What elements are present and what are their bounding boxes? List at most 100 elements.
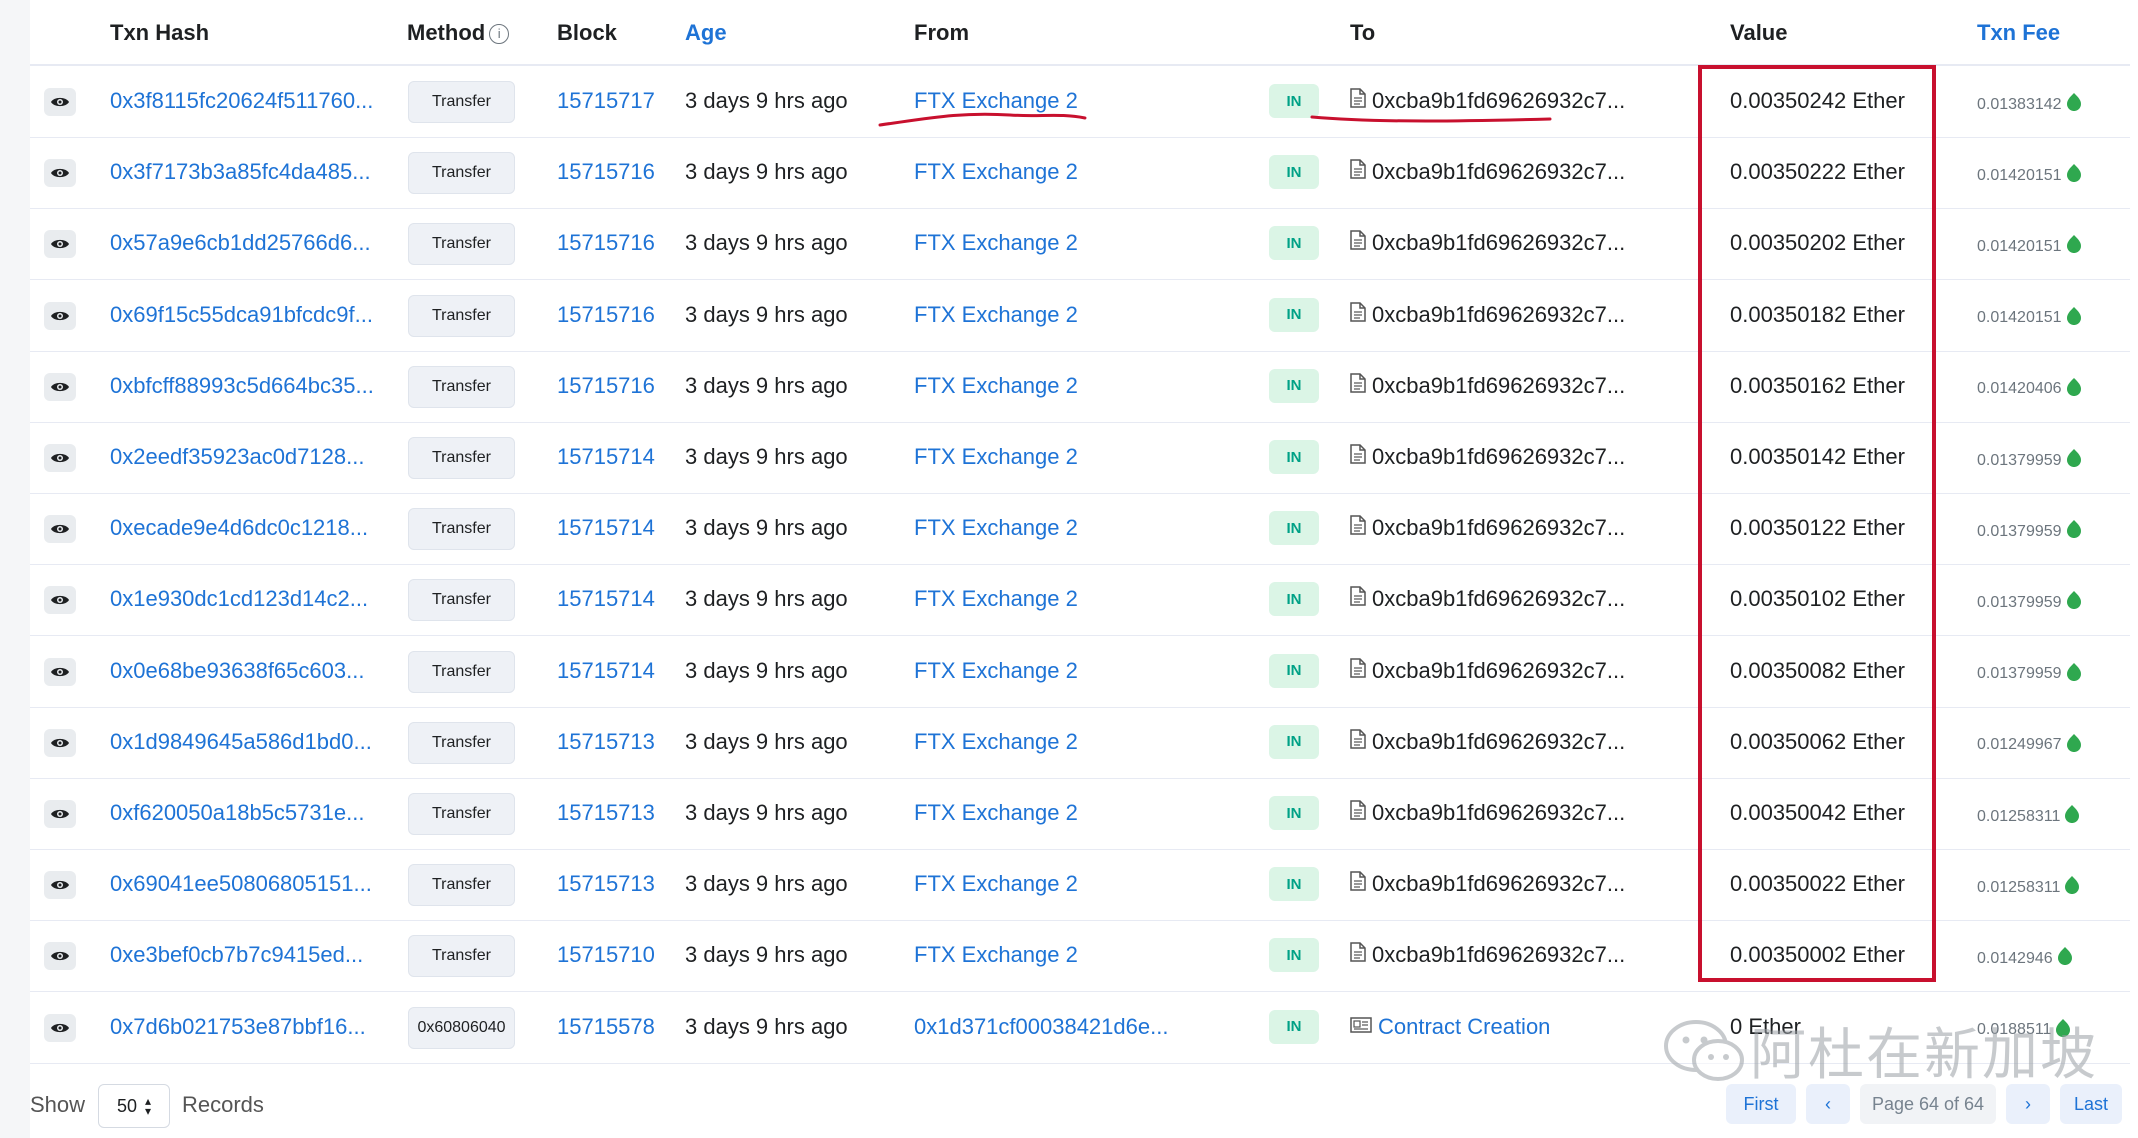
header-txn-fee-toggle[interactable]: Txn Fee (1977, 20, 2060, 46)
from-address-link[interactable]: 0x1d371cf00038421d6e... (914, 1014, 1168, 1040)
txn-hash-link[interactable]: 0x69041ee50806805151... (110, 871, 372, 897)
table-row: 0x3f8115fc20624f511760... Transfer 1571571… (30, 66, 2130, 138)
from-address-link[interactable]: FTX Exchange 2 (914, 942, 1078, 968)
from-address-link[interactable]: FTX Exchange 2 (914, 871, 1078, 897)
from-address-link[interactable]: FTX Exchange 2 (914, 373, 1078, 399)
block-link[interactable]: 15715713 (557, 871, 655, 897)
block-link[interactable]: 15715578 (557, 1014, 655, 1040)
txn-hash-link[interactable]: 0x57a9e6cb1dd25766d6... (110, 230, 371, 256)
block-link[interactable]: 15715710 (557, 942, 655, 968)
block-link[interactable]: 15715714 (557, 515, 655, 541)
eye-icon[interactable] (44, 444, 76, 472)
eye-icon[interactable] (44, 515, 76, 544)
from-address-link[interactable]: FTX Exchange 2 (914, 302, 1078, 328)
eye-icon[interactable] (44, 301, 76, 330)
eye-icon[interactable] (44, 88, 76, 116)
contract-file-icon (1350, 515, 1366, 541)
age-text: 3 days 9 hrs ago (685, 871, 848, 897)
txn-hash-link[interactable]: 0x3f7173b3a85fc4da485... (110, 159, 371, 185)
contract-creation-icon (1350, 1014, 1372, 1040)
block-link[interactable]: 15715713 (557, 729, 655, 755)
to-address[interactable]: 0xcba9b1fd69626932c7... (1350, 871, 1625, 897)
txn-hash-link[interactable]: 0x1e930dc1cd123d14c2... (110, 586, 368, 612)
eye-icon[interactable] (44, 230, 76, 259)
method-badge: Transfer (408, 152, 515, 195)
to-address-text: 0xcba9b1fd69626932c7... (1372, 586, 1626, 612)
header-from: From (914, 20, 969, 45)
txn-fee-text: 0.01420151 (1977, 237, 2062, 255)
watermark: 阿杜在新加坡 (1660, 1010, 2098, 1091)
block-link[interactable]: 15715716 (557, 230, 655, 256)
records-label: Records (182, 1092, 264, 1117)
from-address-link[interactable]: FTX Exchange 2 (914, 586, 1078, 612)
to-address[interactable]: 0xcba9b1fd69626932c7... (1350, 444, 1625, 470)
block-link[interactable]: 15715714 (557, 586, 655, 612)
block-link[interactable]: 15715714 (557, 658, 655, 684)
to-address[interactable]: 0xcba9b1fd69626932c7... (1350, 586, 1625, 612)
eye-icon[interactable] (44, 942, 76, 971)
txn-hash-link[interactable]: 0x2eedf35923ac0d7128... (110, 444, 364, 470)
to-address[interactable]: Contract Creation (1350, 1014, 1550, 1040)
txn-hash-link[interactable]: 0xecade9e4d6dc0c1218... (110, 515, 368, 541)
table-row: 0x2eedf35923ac0d7128... Transfer 15715714 3… (30, 422, 2130, 494)
gas-icon (2066, 306, 2082, 331)
txn-hash-link[interactable]: 0xbfcff88993c5d664bc35... (110, 373, 374, 399)
gas-icon (2066, 92, 2082, 117)
txn-hash-link[interactable]: 0x0e68be93638f65c603... (110, 658, 364, 684)
to-address[interactable]: 0xcba9b1fd69626932c7... (1350, 159, 1625, 185)
txn-hash-link[interactable]: 0xe3bef0cb7b7c9415ed... (110, 942, 363, 968)
header-method: Method i (407, 20, 510, 46)
direction-badge: IN (1269, 297, 1319, 332)
to-address[interactable]: 0xcba9b1fd69626932c7... (1350, 88, 1625, 114)
from-address-link[interactable]: FTX Exchange 2 (914, 444, 1078, 470)
from-address-link[interactable]: FTX Exchange 2 (914, 658, 1078, 684)
from-address-link[interactable]: FTX Exchange 2 (914, 159, 1078, 185)
method-badge: Transfer (408, 437, 515, 479)
eye-icon[interactable] (44, 586, 76, 615)
block-link[interactable]: 15715713 (557, 800, 655, 826)
age-text: 3 days 9 hrs ago (685, 728, 848, 754)
info-icon[interactable]: i (489, 24, 510, 44)
header-age-toggle[interactable]: Age (685, 20, 727, 46)
from-address-link[interactable]: FTX Exchange 2 (914, 88, 1078, 114)
to-address[interactable]: 0xcba9b1fd69626932c7... (1350, 729, 1625, 755)
txn-fee: 0.01420406 (1977, 377, 2082, 402)
txn-hash-link[interactable]: 0x3f8115fc20624f511760... (110, 88, 373, 114)
to-address[interactable]: 0xcba9b1fd69626932c7... (1350, 942, 1625, 968)
block-link[interactable]: 15715716 (557, 302, 655, 328)
txn-fee-text: 0.01379959 (1977, 522, 2062, 540)
direction-badge: IN (1269, 867, 1319, 902)
from-address-link[interactable]: FTX Exchange 2 (914, 230, 1078, 256)
records-per-page-select[interactable]: 50 ▴ ▾ (98, 1084, 170, 1128)
eye-icon[interactable] (44, 372, 76, 401)
eye-icon[interactable] (44, 800, 76, 828)
block-link[interactable]: 15715716 (557, 373, 655, 399)
txn-hash-link[interactable]: 0x1d9849645a586d1bd0... (110, 729, 372, 755)
to-address-text: Contract Creation (1378, 1013, 1551, 1039)
direction-badge: IN (1269, 440, 1319, 474)
block-link[interactable]: 15715717 (557, 88, 655, 114)
age-text: 3 days 9 hrs ago (685, 942, 848, 968)
eye-icon[interactable] (44, 657, 76, 686)
eye-icon[interactable] (44, 1013, 76, 1042)
from-address-link[interactable]: FTX Exchange 2 (914, 800, 1078, 826)
to-address-text: 0xcba9b1fd69626932c7... (1372, 942, 1626, 968)
to-address[interactable]: 0xcba9b1fd69626932c7... (1350, 302, 1625, 328)
eye-icon[interactable] (44, 871, 76, 900)
to-address[interactable]: 0xcba9b1fd69626932c7... (1350, 515, 1625, 541)
block-link[interactable]: 15715716 (557, 159, 655, 185)
direction-badge: IN (1269, 226, 1319, 261)
block-link[interactable]: 15715714 (557, 444, 655, 470)
to-address[interactable]: 0xcba9b1fd69626932c7... (1350, 800, 1625, 826)
to-address[interactable]: 0xcba9b1fd69626932c7... (1350, 230, 1625, 256)
txn-hash-link[interactable]: 0x7d6b021753e87bbf16... (110, 1014, 366, 1040)
from-address-link[interactable]: FTX Exchange 2 (914, 729, 1078, 755)
txn-hash-link[interactable]: 0x69f15c55dca91bfcdc9f... (110, 302, 373, 328)
to-address-text: 0xcba9b1fd69626932c7... (1372, 657, 1626, 683)
to-address[interactable]: 0xcba9b1fd69626932c7... (1350, 373, 1625, 399)
to-address[interactable]: 0xcba9b1fd69626932c7... (1350, 658, 1625, 684)
eye-icon[interactable] (44, 728, 76, 757)
txn-hash-link[interactable]: 0xf620050a18b5c5731e... (110, 800, 364, 826)
from-address-link[interactable]: FTX Exchange 2 (914, 515, 1078, 541)
eye-icon[interactable] (44, 159, 76, 188)
